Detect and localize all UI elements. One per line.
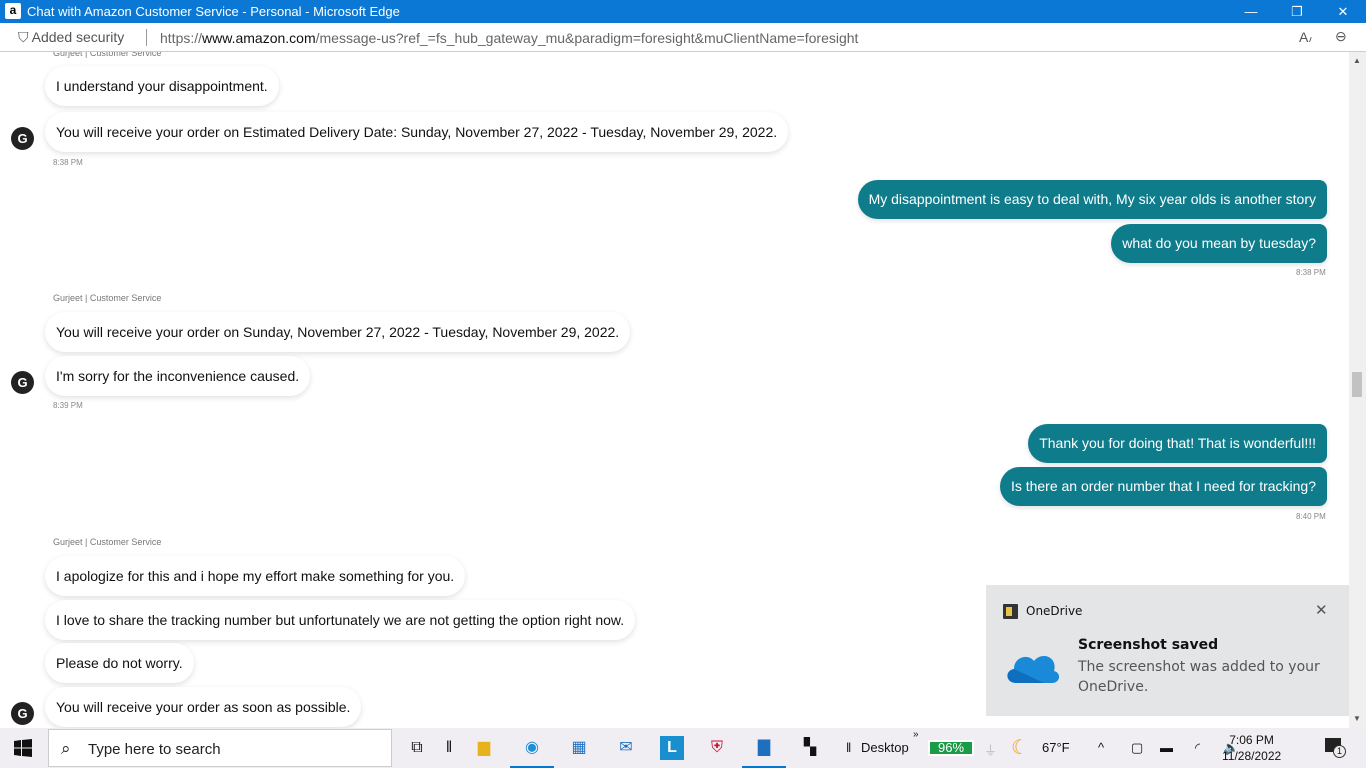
zoom-icon[interactable]: ⊖	[1335, 28, 1347, 45]
notification-count: 1	[1333, 745, 1346, 758]
clock[interactable]: 7:06 PM 11/28/2022	[1222, 732, 1281, 764]
search-icon: ⌕	[61, 739, 71, 758]
agent-avatar: G	[11, 702, 34, 725]
title-bar: a Chat with Amazon Customer Service - Pe…	[0, 0, 1366, 23]
weather-temp[interactable]: 67°F	[1042, 740, 1070, 755]
url-field[interactable]: https://www.amazon.com/message-us?ref_=f…	[160, 30, 858, 46]
timestamp: 8:39 PM	[53, 401, 83, 410]
timestamp: 8:38 PM	[53, 158, 83, 167]
agent-label: Gurjeet | Customer Service	[53, 293, 162, 303]
url-path: /message-us?ref_=fs_hub_gateway_mu&parad…	[315, 30, 859, 46]
wifi-icon[interactable]: ◜	[1195, 740, 1200, 756]
agent-label: Gurjeet | Customer Service	[53, 52, 162, 58]
url-domain: www.amazon.com	[202, 30, 316, 46]
onedrive-app-icon	[1003, 604, 1018, 619]
app-l-icon[interactable]: L	[660, 736, 684, 760]
divider	[146, 29, 147, 46]
security-indicator[interactable]: ⛉ Added security	[18, 29, 124, 46]
divider-icon: ‖	[445, 739, 453, 756]
agent-message: Please do not worry.	[45, 643, 194, 683]
chevron-up-icon[interactable]: ^	[1098, 740, 1104, 755]
agent-message: I'm sorry for the inconvenience caused.	[45, 356, 311, 396]
agent-message: I love to share the tracking number but …	[45, 600, 636, 640]
divider-icon: ‖	[846, 740, 852, 755]
clock-time: 7:06 PM	[1229, 733, 1274, 747]
plug-icon: ⏚	[984, 743, 998, 758]
read-aloud-icon[interactable]: A៸	[1299, 28, 1312, 47]
agent-message: You will receive your order on Estimated…	[45, 112, 789, 152]
close-notification-icon[interactable]: ✕	[1315, 601, 1328, 619]
mcafee-icon[interactable]: ⛨	[705, 736, 729, 760]
chevron-icon[interactable]: »	[913, 729, 919, 740]
search-placeholder: Type here to search	[88, 741, 221, 758]
mail-icon[interactable]: ✉	[614, 736, 638, 760]
notification-body: The screenshot was added to your OneDriv…	[1078, 659, 1320, 695]
app-icon-2[interactable]: ▚	[798, 736, 822, 760]
onedrive-notification[interactable]: OneDrive ✕ Screenshot saved The screensh…	[986, 585, 1349, 716]
restore-button[interactable]: ❐	[1274, 0, 1320, 23]
url-prefix: https://	[160, 30, 203, 46]
clock-date: 11/28/2022	[1222, 749, 1282, 763]
agent-avatar: G	[11, 127, 34, 150]
security-label: Added security	[31, 29, 125, 45]
shield-icon: ⛉	[18, 29, 29, 45]
user-message: Thank you for doing that! That is wonder…	[1028, 424, 1327, 463]
minimize-button[interactable]: —	[1228, 0, 1274, 23]
power-icon[interactable]: ▬	[1160, 740, 1173, 755]
scrollbar-thumb[interactable]	[1352, 372, 1362, 397]
agent-message: You will receive your order as soon as p…	[45, 687, 362, 727]
app-icon[interactable]: ▇	[742, 736, 786, 768]
scrollbar[interactable]: ▲ ▼	[1349, 52, 1366, 728]
battery-meter[interactable]: 96%	[928, 740, 974, 756]
agent-message: I apologize for this and i hope my effor…	[45, 556, 466, 596]
notification-title: Screenshot saved	[1078, 637, 1219, 653]
agent-label: Gurjeet | Customer Service	[53, 537, 162, 547]
user-message: what do you mean by tuesday?	[1111, 224, 1327, 263]
scroll-up-icon[interactable]: ▲	[1353, 56, 1361, 65]
task-view-icon[interactable]: ⧉	[405, 736, 429, 760]
user-message: Is there an order number that I need for…	[999, 467, 1327, 506]
moon-icon[interactable]: ☾	[1011, 735, 1029, 760]
agent-message: I understand your disappointment.	[45, 66, 279, 106]
address-bar[interactable]: ⛉ Added security https://www.amazon.com/…	[0, 23, 1366, 52]
desktop-toolbar[interactable]: Desktop	[861, 740, 909, 755]
scroll-down-icon[interactable]: ▼	[1353, 714, 1361, 723]
taskbar: ⌕ Type here to search ⧉ ‖ ▆ ◉ ▦ ✉ L ⛨ ▇ …	[0, 728, 1366, 768]
timestamp: 8:40 PM	[1296, 512, 1326, 521]
camera-icon[interactable]: ▢	[1131, 740, 1143, 756]
onedrive-cloud-icon	[1007, 656, 1060, 683]
taskbar-search[interactable]: ⌕ Type here to search	[48, 729, 392, 767]
store-icon[interactable]: ▦	[567, 736, 591, 760]
amazon-logo-icon: a	[5, 3, 21, 19]
agent-avatar: G	[11, 371, 34, 394]
notification-app-name: OneDrive	[1026, 604, 1083, 618]
window-title: Chat with Amazon Customer Service - Pers…	[27, 4, 400, 19]
file-explorer-icon[interactable]: ▆	[472, 736, 496, 760]
close-button[interactable]: ✕	[1320, 0, 1366, 23]
edge-icon[interactable]: ◉	[510, 736, 554, 768]
windows-start-icon[interactable]	[14, 739, 32, 757]
action-center-icon[interactable]: 1	[1325, 738, 1346, 758]
timestamp: 8:38 PM	[1296, 268, 1326, 277]
user-message: My disappointment is easy to deal with, …	[857, 180, 1327, 219]
agent-message: You will receive your order on Sunday, N…	[45, 312, 631, 352]
